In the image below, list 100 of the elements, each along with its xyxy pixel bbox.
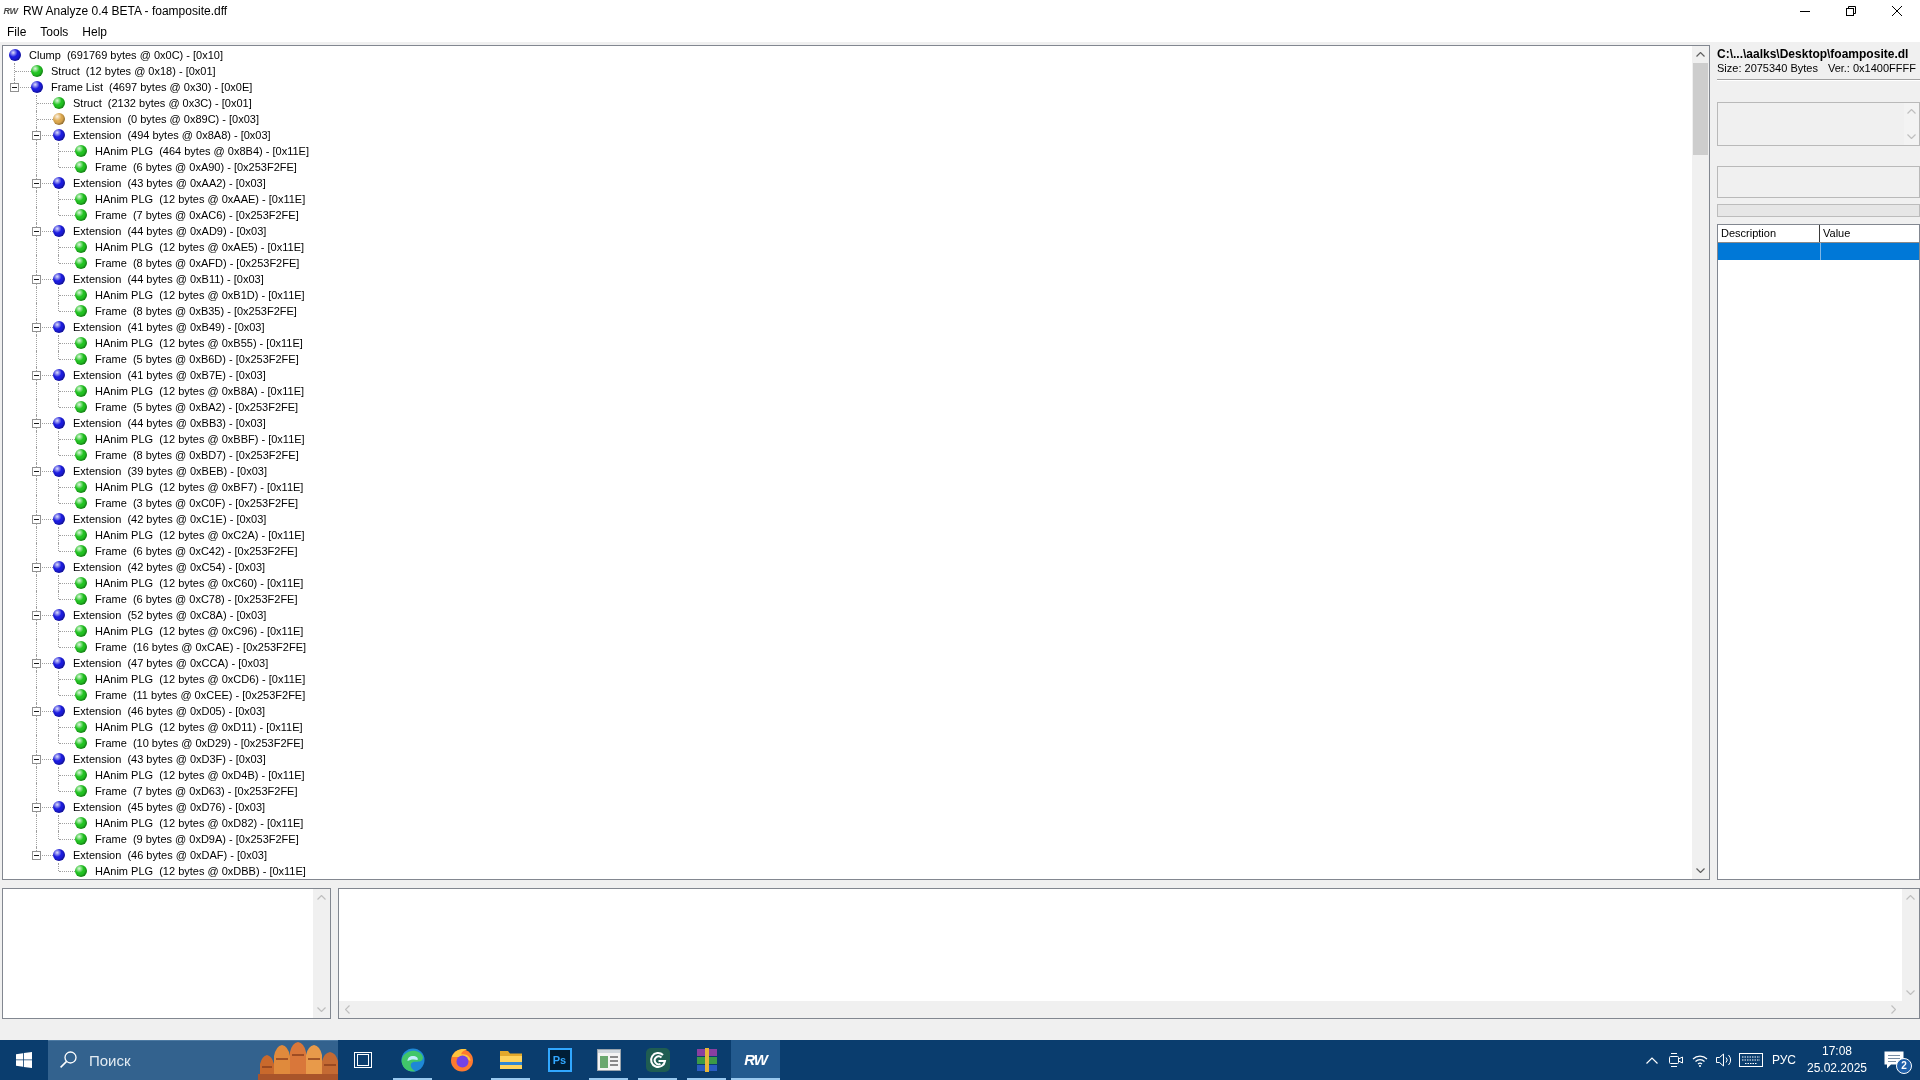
collapse-icon[interactable]	[32, 227, 41, 236]
tree-item[interactable]: Extension (47 bytes @ 0xCCA) - [0x03]	[73, 655, 269, 671]
tree-item[interactable]: Extension (41 bytes @ 0xB7E) - [0x03]	[73, 367, 266, 383]
tree-item[interactable]: HAnim PLG (12 bytes @ 0xD4B) - [0x11E]	[95, 767, 305, 783]
collapse-icon[interactable]	[32, 611, 41, 620]
collapse-icon[interactable]	[32, 659, 41, 668]
tree-item[interactable]: HAnim PLG (12 bytes @ 0xC2A) - [0x11E]	[95, 527, 305, 543]
scroll-down-icon[interactable]	[1696, 868, 1705, 873]
tree-item[interactable]: HAnim PLG (12 bytes @ 0xB1D) - [0x11E]	[95, 287, 305, 303]
tree-item[interactable]: Frame (3 bytes @ 0xC0F) - [0x253F2FE]	[95, 495, 299, 511]
collapse-icon[interactable]	[32, 179, 41, 188]
tree-item[interactable]: Extension (46 bytes @ 0xD05) - [0x03]	[73, 703, 266, 719]
scroll-up-icon[interactable]	[1696, 52, 1705, 57]
tree-item[interactable]: HAnim PLG (12 bytes @ 0xD82) - [0x11E]	[95, 815, 304, 831]
tree-item[interactable]: Extension (494 bytes @ 0x8A8) - [0x03]	[73, 127, 271, 143]
text-field[interactable]	[1717, 166, 1920, 198]
tree-item[interactable]: HAnim PLG (12 bytes @ 0xC96) - [0x11E]	[95, 623, 304, 639]
collapse-icon[interactable]	[32, 419, 41, 428]
tree-item[interactable]: Extension (39 bytes @ 0xBEB) - [0x03]	[73, 463, 267, 479]
tree-item[interactable]: Extension (42 bytes @ 0xC54) - [0x03]	[73, 559, 266, 575]
chevron-up-icon[interactable]	[1646, 1056, 1658, 1064]
text-field[interactable]	[1717, 102, 1920, 146]
scrollbar[interactable]	[1692, 46, 1709, 879]
language-indicator[interactable]: РУС	[1766, 1040, 1802, 1080]
menu-item[interactable]: Help	[75, 23, 115, 41]
collapse-icon[interactable]	[32, 467, 41, 476]
taskbar-button[interactable]: Ps	[535, 1040, 584, 1080]
tree-item[interactable]: Clump (691769 bytes @ 0x0C) - [0x10]	[29, 47, 223, 63]
tree-item[interactable]: Extension (43 bytes @ 0xD3F) - [0x03]	[73, 751, 266, 767]
tree-item[interactable]: Frame (16 bytes @ 0xCAE) - [0x253F2FE]	[95, 639, 307, 655]
swirl-icon[interactable]	[400, 1048, 425, 1072]
tree-item[interactable]: HAnim PLG (12 bytes @ 0xBBF) - [0x11E]	[95, 431, 305, 447]
tree-item[interactable]: Frame (9 bytes @ 0xD9A) - [0x253F2FE]	[95, 831, 299, 847]
collapse-icon[interactable]	[32, 755, 41, 764]
tree-item[interactable]: Extension (42 bytes @ 0xC1E) - [0x03]	[73, 511, 267, 527]
tree-item[interactable]: HAnim PLG (12 bytes @ 0xAAE) - [0x11E]	[95, 191, 306, 207]
tree-item[interactable]: Frame (6 bytes @ 0xC78) - [0x253F2FE]	[95, 591, 298, 607]
tree-item[interactable]: Frame (8 bytes @ 0xBD7) - [0x253F2FE]	[95, 447, 299, 463]
folder-icon[interactable]	[498, 1050, 523, 1070]
collapse-icon[interactable]	[32, 563, 41, 572]
tree-item[interactable]: Extension (44 bytes @ 0xB11) - [0x03]	[73, 271, 264, 287]
tree-item[interactable]: Frame (5 bytes @ 0xBA2) - [0x253F2FE]	[95, 399, 299, 415]
volume-icon[interactable]	[1715, 1052, 1733, 1068]
tree-item[interactable]: Frame (5 bytes @ 0xB6D) - [0x253F2FE]	[95, 351, 299, 367]
windows-logo-icon[interactable]	[16, 1052, 32, 1068]
clock-date[interactable]: 25.02.2025	[1806, 1060, 1868, 1077]
tree-item[interactable]: HAnim PLG (12 bytes @ 0xB55) - [0x11E]	[95, 335, 303, 351]
task-view-icon[interactable]	[352, 1052, 373, 1068]
collapse-icon[interactable]	[32, 707, 41, 716]
tree-item[interactable]: Frame (11 bytes @ 0xCEE) - [0x253F2FE]	[95, 687, 306, 703]
collapse-icon[interactable]	[32, 131, 41, 140]
app-logo[interactable]: Ps	[547, 1048, 572, 1072]
tree-item[interactable]: HAnim PLG (12 bytes @ 0xAE5) - [0x11E]	[95, 239, 305, 255]
tree-item[interactable]: HAnim PLG (12 bytes @ 0xB8A) - [0x11E]	[95, 383, 305, 399]
collapse-icon[interactable]	[32, 275, 41, 284]
minimize-icon[interactable]	[1800, 10, 1810, 12]
video-camera-icon[interactable]	[1668, 1052, 1684, 1068]
tree-item[interactable]: Extension (45 bytes @ 0xD76) - [0x03]	[73, 799, 266, 815]
collapse-icon[interactable]	[32, 851, 41, 860]
tree-item[interactable]: HAnim PLG (12 bytes @ 0xC60) - [0x11E]	[95, 575, 304, 591]
tree-item[interactable]: Extension (44 bytes @ 0xAD9) - [0x03]	[73, 223, 267, 239]
collapse-icon[interactable]	[10, 83, 19, 92]
tree-item[interactable]: Frame (6 bytes @ 0xC42) - [0x253F2FE]	[95, 543, 298, 559]
collapse-icon[interactable]	[32, 803, 41, 812]
column-header[interactable]: Description	[1718, 225, 1820, 242]
tree-item[interactable]: Frame (8 bytes @ 0xB35) - [0x253F2FE]	[95, 303, 297, 319]
window-icon[interactable]	[596, 1049, 621, 1071]
tree-item[interactable]: Frame (6 bytes @ 0xA90) - [0x253F2FE]	[95, 159, 297, 175]
tree-item[interactable]: HAnim PLG (464 bytes @ 0x8B4) - [0x11E]	[95, 143, 309, 159]
menu-item[interactable]: Tools	[33, 23, 76, 41]
tree-item[interactable]: Extension (46 bytes @ 0xDAF) - [0x03]	[73, 847, 267, 863]
collapse-icon[interactable]	[32, 371, 41, 380]
close-icon[interactable]	[1892, 6, 1902, 16]
tree-item[interactable]: HAnim PLG (12 bytes @ 0xCD6) - [0x11E]	[95, 671, 306, 687]
tree-item[interactable]: HAnim PLG (12 bytes @ 0xD11) - [0x11E]	[95, 719, 303, 735]
restore-icon[interactable]	[1846, 6, 1856, 16]
spiral-icon[interactable]	[645, 1048, 670, 1072]
tree-item[interactable]: Struct (2132 bytes @ 0x3C) - [0x01]	[73, 95, 252, 111]
text-area[interactable]	[2, 888, 331, 1019]
tree-item[interactable]: Frame (10 bytes @ 0xD29) - [0x253F2FE]	[95, 735, 304, 751]
wifi-icon[interactable]	[1692, 1053, 1708, 1067]
tree-item[interactable]: Frame (7 bytes @ 0xAC6) - [0x253F2FE]	[95, 207, 299, 223]
books-icon[interactable]	[694, 1048, 719, 1072]
tree-item[interactable]: Extension (52 bytes @ 0xC8A) - [0x03]	[73, 607, 267, 623]
tree-item[interactable]: Frame (8 bytes @ 0xAFD) - [0x253F2FE]	[95, 255, 300, 271]
collapse-icon[interactable]	[32, 323, 41, 332]
tree-item[interactable]: HAnim PLG (12 bytes @ 0xBF7) - [0x11E]	[95, 479, 304, 495]
tree-item[interactable]: Extension (41 bytes @ 0xB49) - [0x03]	[73, 319, 265, 335]
menu-item[interactable]: File	[0, 23, 34, 41]
clock-time[interactable]: 17:08	[1822, 1043, 1852, 1060]
collapse-icon[interactable]	[32, 515, 41, 524]
tree-item[interactable]: HAnim PLG (12 bytes @ 0xDBB) - [0x11E]	[95, 863, 306, 879]
tree-item[interactable]: Struct (12 bytes @ 0x18) - [0x01]	[51, 63, 216, 79]
keyboard-icon[interactable]	[1739, 1053, 1763, 1067]
tree-item[interactable]: Frame (7 bytes @ 0xD63) - [0x253F2FE]	[95, 783, 298, 799]
column-header[interactable]: Value	[1820, 225, 1919, 242]
app-logo[interactable]: RW	[742, 1051, 769, 1069]
tree-item[interactable]: Extension (44 bytes @ 0xBB3) - [0x03]	[73, 415, 266, 431]
tree-item[interactable]: Extension (0 bytes @ 0x89C) - [0x03]	[73, 111, 260, 127]
tree-item[interactable]: Frame List (4697 bytes @ 0x30) - [0x0E]	[51, 79, 253, 95]
